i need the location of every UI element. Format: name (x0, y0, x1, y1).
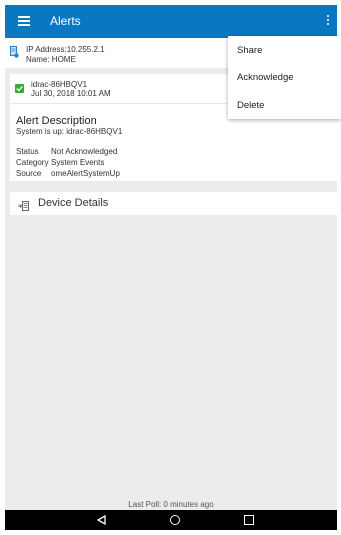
alert-category-row: Category System Events (16, 158, 104, 167)
alert-hostname: idrac-86HBQV1 (31, 80, 88, 89)
menu-item-delete[interactable]: Delete (237, 100, 264, 111)
menu-item-share[interactable]: Share (237, 45, 262, 56)
overflow-menu: Share Acknowledge Delete (228, 36, 341, 119)
recents-square-icon[interactable] (244, 515, 254, 525)
detail-value: System Events (51, 158, 105, 167)
check-icon (16, 86, 23, 92)
detail-key: Source (16, 169, 42, 178)
device-ip-address: IP Address:10.255.2.1 (26, 45, 105, 54)
android-nav-bar (5, 510, 337, 530)
alert-status-row: Status Not Acknowledged (16, 147, 117, 156)
device-info-icon (10, 45, 19, 58)
menu-item-acknowledge[interactable]: Acknowledge (237, 72, 294, 83)
back-triangle-icon[interactable] (97, 515, 106, 525)
app-bar: Alerts (5, 5, 337, 38)
alert-header: idrac-86HBQV1 Jul 30, 2018 10:01 AM (31, 80, 111, 98)
alert-source-row: Source omeAlertSystemUp (16, 169, 120, 178)
device-details-button[interactable]: Device Details (10, 192, 337, 215)
detail-value: Not Acknowledged (51, 147, 118, 156)
more-vert-icon[interactable] (325, 15, 331, 27)
device-details-icon (18, 198, 29, 211)
alert-checkbox[interactable] (15, 84, 24, 93)
device-info-text: IP Address:10.255.2.1 Name: HOME (26, 45, 105, 65)
detail-key: Status (16, 147, 39, 156)
hamburger-menu-icon[interactable] (18, 16, 30, 26)
last-poll-text: Last Poll: 0 minutes ago (128, 500, 214, 509)
page-title: Alerts (50, 14, 81, 28)
detail-value: omeAlertSystemUp (51, 169, 120, 178)
device-details-label: Device Details (38, 197, 109, 209)
alert-description-title: Alert Description (16, 115, 97, 127)
home-circle-icon[interactable] (170, 515, 180, 525)
detail-key: Category (16, 158, 49, 167)
alert-description-text: System is up: idrac-86HBQV1 (16, 127, 123, 136)
device-name: Name: HOME (26, 55, 76, 64)
alert-timestamp: Jul 30, 2018 10:01 AM (31, 89, 111, 98)
